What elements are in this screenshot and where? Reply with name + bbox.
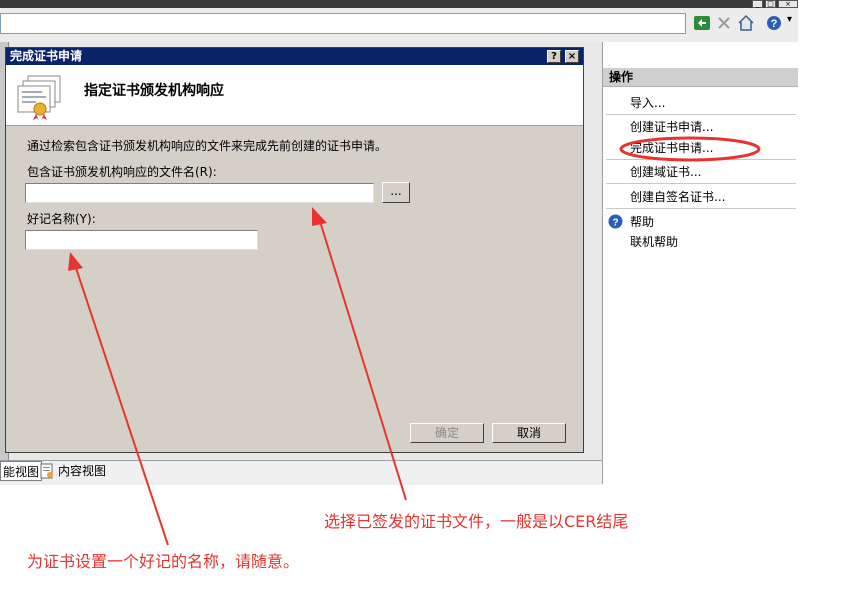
- arrow-to-file-input: [312, 207, 407, 501]
- file-annotation-text: 选择已签发的证书文件，一般是以CER结尾: [324, 512, 629, 531]
- arrow-to-name-input: [68, 252, 169, 546]
- name-annotation-text: 为证书设置一个好记的名称，请随意。: [27, 552, 300, 571]
- highlight-ellipse: [619, 136, 761, 162]
